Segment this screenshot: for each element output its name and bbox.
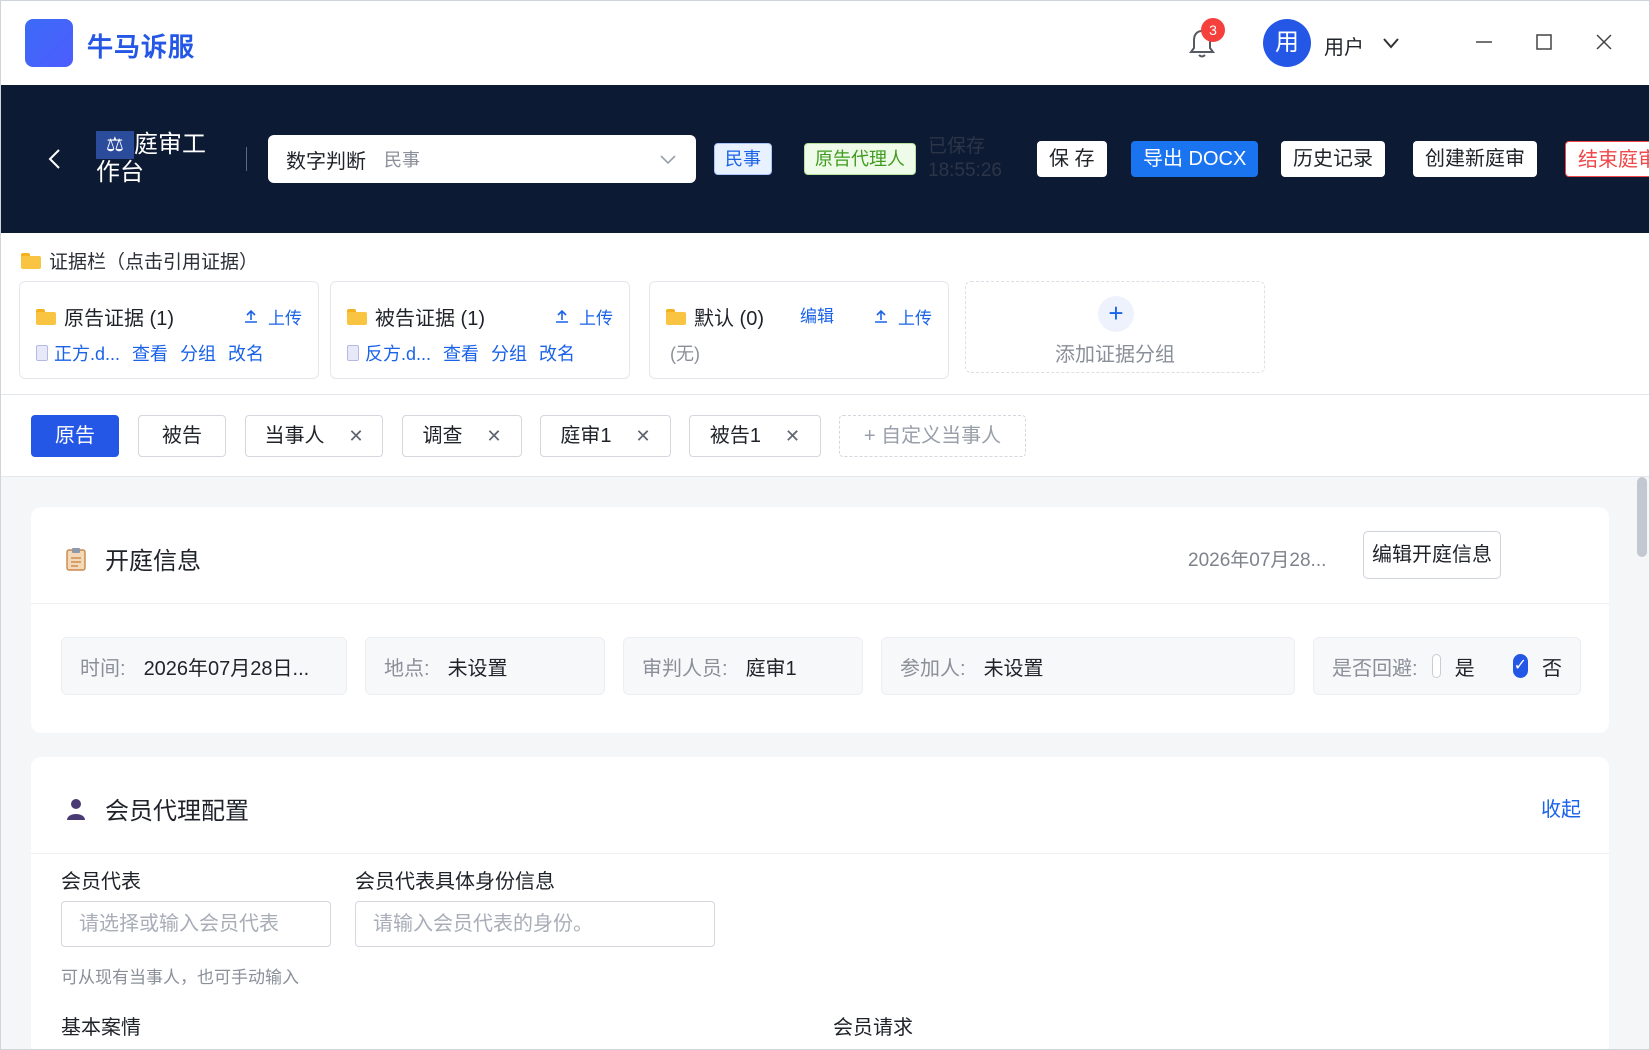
hearing-date-summary: 2026年07月28...	[1188, 550, 1327, 571]
time-field[interactable]: 时间: 2026年07月28日...	[61, 637, 347, 695]
upload-button[interactable]: 上传	[553, 304, 613, 329]
tab-party[interactable]: 当事人 ✕	[245, 415, 383, 457]
place-field[interactable]: 地点: 未设置	[365, 637, 605, 695]
add-evidence-group-button[interactable]: + 添加证据分组	[965, 281, 1265, 373]
evidence-bar: 证据栏（点击引用证据） 原告证据 (1) 上传 正方.d... 查看 分组 改名	[1, 233, 1649, 395]
recusal-no-radio[interactable]: ✓	[1512, 654, 1528, 678]
user-name[interactable]: 用户	[1324, 31, 1364, 60]
group-name: 默认 (0)	[694, 308, 764, 330]
avatar[interactable]: 用	[1263, 19, 1311, 67]
app-name: 牛马诉服	[87, 32, 196, 62]
close-tab-icon[interactable]: ✕	[486, 416, 501, 456]
folder-icon	[666, 308, 686, 325]
export-docx-button[interactable]: 导出 DOCX	[1131, 141, 1259, 177]
close-tab-icon[interactable]: ✕	[785, 416, 800, 456]
section-title: 会员代理配置	[65, 791, 249, 826]
person-icon	[67, 798, 85, 820]
member-rep-label: 会员代表	[61, 871, 141, 893]
basic-case-label: 基本案情	[61, 1017, 141, 1039]
edit-group-link[interactable]: 编辑	[800, 302, 834, 327]
recusal-yes-radio[interactable]	[1431, 654, 1441, 678]
close-tab-icon[interactable]: ✕	[348, 416, 363, 456]
role-tag: 原告代理人	[804, 143, 916, 175]
tab-defendant[interactable]: 被告	[138, 415, 226, 457]
save-status: 已保存 18:55:26	[928, 136, 1002, 181]
rename-link[interactable]: 改名	[228, 340, 264, 366]
tab-plaintiff[interactable]: 原告	[31, 415, 119, 457]
history-button[interactable]: 历史记录	[1281, 141, 1385, 177]
group-name: 原告证据 (1)	[64, 308, 174, 330]
evidence-group-defendant[interactable]: 被告证据 (1) 上传 反方.d... 查看 分组 改名	[330, 281, 630, 379]
case-select[interactable]: 数字判断 民事	[268, 135, 696, 183]
member-request-label: 会员请求	[833, 1017, 913, 1039]
section-title: 开庭信息	[65, 541, 201, 576]
clipboard-icon	[66, 547, 86, 571]
view-link[interactable]: 查看	[443, 340, 479, 366]
file-name[interactable]: 正方.d...	[54, 340, 120, 366]
scale-icon: ⚖	[96, 131, 134, 159]
evidence-file: 反方.d... 查看 分组 改名	[347, 340, 575, 366]
member-proxy-card: 会员代理配置 收起 会员代表 可从现有当事人，也可手动输入 会员代表具体身份信息…	[31, 757, 1609, 1049]
close-icon[interactable]	[1587, 25, 1621, 59]
hearing-info-card: 开庭信息 2026年07月28... 编辑开庭信息 时间: 2026年07月28…	[31, 507, 1609, 733]
scrollbar[interactable]	[1637, 477, 1647, 557]
folder-icon	[36, 308, 56, 325]
edit-hearing-button[interactable]: 编辑开庭信息	[1363, 531, 1501, 579]
add-custom-party-button[interactable]: + 自定义当事人	[839, 415, 1026, 457]
end-hearing-button[interactable]: 结束庭审	[1565, 141, 1649, 177]
judge-field[interactable]: 审判人员: 庭审1	[623, 637, 863, 695]
recusal-field: 是否回避: 是 ✓ 否	[1313, 637, 1581, 695]
evidence-file: 正方.d... 查看 分组 改名	[36, 340, 264, 366]
evidence-group-default[interactable]: 默认 (0) 编辑 上传 (无)	[649, 281, 949, 379]
divider	[246, 147, 247, 171]
group-link[interactable]: 分组	[491, 340, 527, 366]
chevron-down-icon	[660, 155, 676, 165]
member-identity-label: 会员代表具体身份信息	[355, 871, 555, 893]
document-icon	[36, 345, 48, 361]
plus-icon: +	[1098, 296, 1134, 332]
upload-icon	[556, 309, 568, 323]
view-link[interactable]: 查看	[132, 340, 168, 366]
workspace-title: ⚖ 庭审工作台	[96, 131, 206, 186]
file-name[interactable]: 反方.d...	[365, 340, 431, 366]
rename-link[interactable]: 改名	[539, 340, 575, 366]
notification-badge: 3	[1201, 18, 1225, 42]
save-button[interactable]: 保 存	[1037, 141, 1107, 177]
back-icon[interactable]	[43, 145, 67, 173]
workspace-header: ⚖ 庭审工作台 数字判断 民事 民事 原告代理人 已保存 18:55:26 保 存…	[1, 85, 1649, 233]
tab-investigation[interactable]: 调查 ✕	[402, 415, 522, 457]
upload-button[interactable]: 上传	[872, 304, 932, 329]
new-hearing-button[interactable]: 创建新庭审	[1413, 141, 1537, 177]
upload-button[interactable]: 上传	[242, 304, 302, 329]
group-name: 被告证据 (1)	[375, 308, 485, 330]
member-rep-input[interactable]	[61, 901, 331, 947]
app-logo	[25, 19, 73, 67]
chevron-down-icon[interactable]	[1381, 33, 1401, 53]
folder-icon	[21, 252, 41, 269]
member-identity-input[interactable]	[355, 901, 715, 947]
collapse-link[interactable]: 收起	[1541, 793, 1581, 822]
folder-icon	[347, 308, 367, 325]
case-name: 数字判断	[286, 150, 366, 173]
tab-defendant1[interactable]: 被告1 ✕	[689, 415, 821, 457]
document-icon	[347, 345, 359, 361]
case-type-tag: 民事	[714, 143, 772, 175]
tab-hearing1[interactable]: 庭审1 ✕	[540, 415, 671, 457]
app-window: 牛马诉服 3 用 用户 ⚖ 庭审工作台 数字判断 民事 民事 原告代理人 已保存…	[0, 0, 1650, 1050]
minimize-icon[interactable]	[1467, 25, 1501, 59]
party-tabs: 原告 被告 当事人 ✕ 调查 ✕ 庭审1 ✕ 被告1 ✕ + 自定义当事人	[1, 395, 1649, 477]
case-type: 民事	[384, 150, 420, 170]
empty-text: (无)	[670, 344, 700, 364]
upload-icon	[875, 309, 887, 323]
participants-field[interactable]: 参加人: 未设置	[881, 637, 1295, 695]
maximize-icon[interactable]	[1527, 25, 1561, 59]
upload-icon	[245, 309, 257, 323]
evidence-title: 证据栏（点击引用证据）	[21, 247, 258, 274]
member-rep-hint: 可从现有当事人，也可手动输入	[61, 968, 299, 987]
title-bar: 牛马诉服 3 用 用户	[1, 1, 1649, 85]
close-tab-icon[interactable]: ✕	[636, 416, 651, 456]
evidence-group-plaintiff[interactable]: 原告证据 (1) 上传 正方.d... 查看 分组 改名	[19, 281, 319, 379]
group-link[interactable]: 分组	[180, 340, 216, 366]
